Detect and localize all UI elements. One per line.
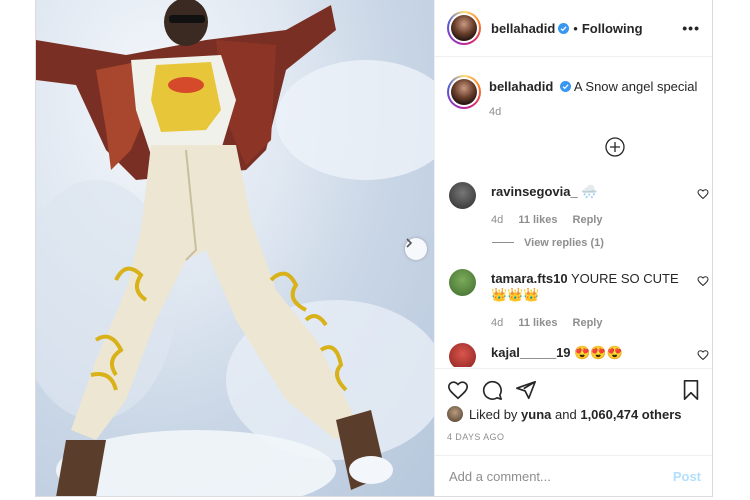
next-photo-button[interactable] bbox=[405, 238, 427, 260]
author-username[interactable]: bellahadid bbox=[491, 21, 555, 36]
comment-text: 😍😍😍 bbox=[574, 345, 623, 360]
commenter-avatar[interactable] bbox=[449, 269, 476, 296]
caption-age: 4d bbox=[489, 106, 502, 118]
comment-age: 4d bbox=[491, 317, 504, 329]
caption-avatar[interactable] bbox=[447, 75, 481, 109]
more-options-icon[interactable]: ••• bbox=[682, 20, 700, 36]
post-header: bellahadid • Following ••• bbox=[435, 0, 712, 57]
likes-others-count[interactable]: 1,060,474 others bbox=[580, 407, 681, 422]
bookmark-icon[interactable] bbox=[680, 379, 702, 401]
post-date: 4 DAYS AGO bbox=[447, 432, 505, 442]
action-bar bbox=[435, 368, 712, 408]
plus-circle-icon[interactable] bbox=[605, 137, 625, 157]
liker-avatar[interactable] bbox=[447, 406, 463, 422]
comment-icon[interactable] bbox=[481, 379, 503, 401]
add-comment-bar: Post bbox=[435, 455, 712, 496]
commenter-username[interactable]: kajal_____19 bbox=[491, 345, 571, 360]
author-avatar[interactable] bbox=[447, 11, 481, 45]
comment-text: 🌨️ bbox=[581, 184, 598, 199]
heart-icon[interactable] bbox=[697, 275, 709, 287]
snow-angel-photo bbox=[36, 0, 434, 496]
likes-summary: Liked by yuna and 1,060,474 others bbox=[447, 406, 682, 422]
comment-like-count[interactable]: 11 likes bbox=[518, 317, 557, 329]
post-comment-button[interactable]: Post bbox=[673, 469, 701, 484]
likes-joiner: and bbox=[555, 406, 577, 422]
likes-prefix: Liked by bbox=[469, 406, 518, 422]
comment-input[interactable] bbox=[449, 469, 673, 484]
caption: bellahadid A Snow angel special 4d bbox=[447, 75, 707, 118]
caption-username[interactable]: bellahadid bbox=[489, 79, 553, 94]
chevron-right-icon bbox=[406, 238, 413, 248]
paper-plane-icon[interactable] bbox=[515, 379, 537, 401]
commenter-username[interactable]: ravinsegovia_ bbox=[491, 184, 578, 199]
heart-icon[interactable] bbox=[447, 379, 469, 401]
caption-text: A Snow angel special bbox=[573, 79, 698, 94]
liker-username[interactable]: yuna bbox=[521, 407, 551, 422]
view-replies-button[interactable]: View replies (1) bbox=[524, 237, 604, 249]
heart-icon[interactable] bbox=[697, 349, 709, 361]
comment-age: 4d bbox=[491, 214, 504, 226]
post-dialog: bellahadid • Following ••• bellahadid A … bbox=[35, 0, 713, 497]
verified-badge-icon bbox=[559, 81, 571, 92]
verified-badge-icon bbox=[558, 22, 570, 34]
post-photo bbox=[36, 0, 434, 496]
reply-button[interactable]: Reply bbox=[573, 317, 603, 329]
heart-icon[interactable] bbox=[697, 188, 709, 200]
commenter-username[interactable]: tamara.fts10 bbox=[491, 271, 568, 286]
comment-like-count[interactable]: 11 likes bbox=[518, 214, 557, 226]
commenter-avatar[interactable] bbox=[449, 343, 476, 367]
reply-button[interactable]: Reply bbox=[573, 214, 603, 226]
following-button[interactable]: Following bbox=[582, 21, 643, 36]
commenter-avatar[interactable] bbox=[449, 182, 476, 209]
separator-dot: • bbox=[573, 20, 578, 36]
comment-item: kajal_____19 😍😍😍 bbox=[447, 343, 709, 367]
post-side-panel: bellahadid • Following ••• bellahadid A … bbox=[434, 0, 712, 496]
